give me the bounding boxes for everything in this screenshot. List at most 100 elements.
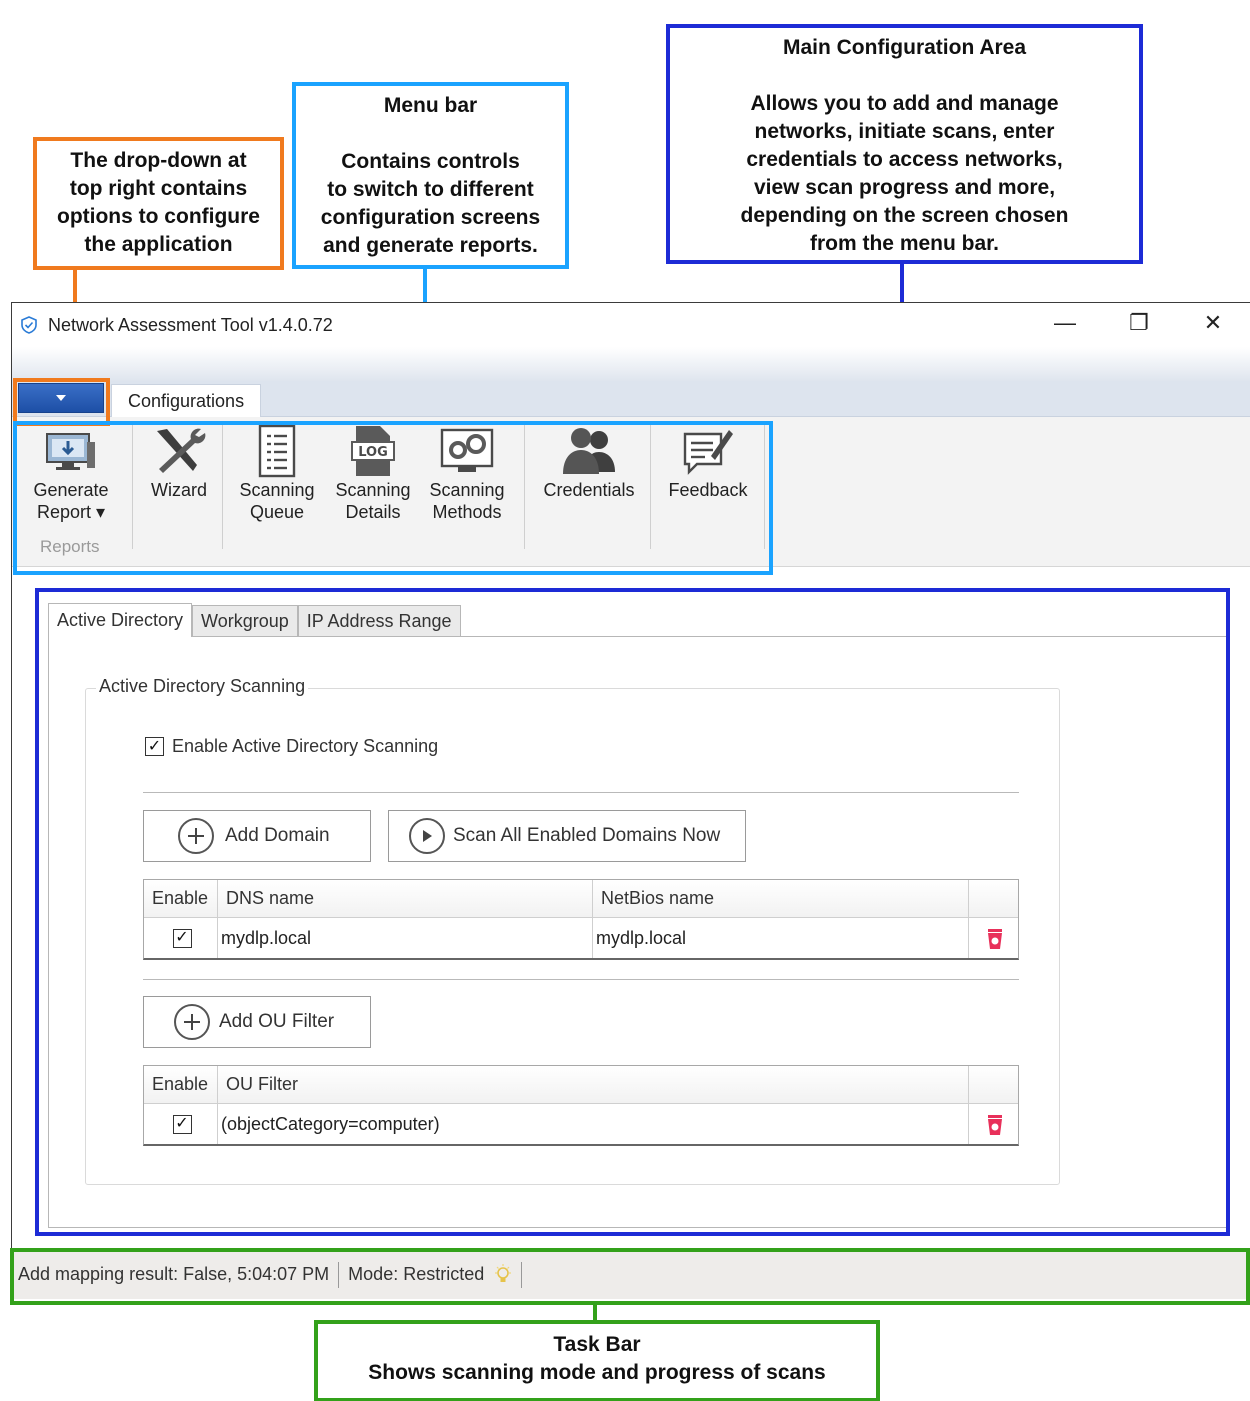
trash-icon[interactable]	[985, 1112, 1005, 1136]
callout-menu-bar-title: Menu bar	[383, 94, 478, 117]
wizard-button[interactable]: Wizard	[142, 423, 216, 501]
callout-main-area-text: Allows you to add and manage networks, i…	[740, 92, 1069, 255]
ribbon-band	[12, 347, 1250, 381]
feedback-icon	[683, 430, 733, 475]
row-enable-cell: ✓	[144, 1104, 218, 1144]
app-window: Network Assessment Tool v1.4.0.72 — ❐ ✕ …	[11, 302, 1250, 1299]
ribbon-group-label: Reports	[40, 537, 100, 556]
tab-active-directory[interactable]: Active Directory	[48, 603, 193, 637]
scanning-methods-icon	[440, 428, 494, 472]
ribbon-separator	[650, 425, 651, 549]
main-configuration-area: Active Directory Workgroup IP Address Ra…	[12, 567, 1250, 1249]
log-file-icon: LOG	[351, 426, 395, 476]
connector-green	[593, 1303, 597, 1321]
row-enable-cell: ✓	[144, 918, 218, 958]
credentials-button[interactable]: Credentials	[536, 423, 642, 501]
table-header: Enable DNS name NetBios name	[144, 880, 1018, 918]
add-domain-label: Add Domain	[225, 825, 330, 846]
row-enable-checkbox[interactable]: ✓	[172, 928, 192, 948]
table-row: ✓ mydlp.local mydlp.local	[144, 918, 1018, 958]
tab-workgroup[interactable]: Workgroup	[192, 605, 298, 637]
scanning-queue-button[interactable]: Scanning Queue	[234, 423, 320, 523]
column-header: DNS name	[218, 880, 593, 917]
column-header: OU Filter	[218, 1066, 969, 1103]
table-header: Enable OU Filter	[144, 1066, 1018, 1104]
ad-scanning-group: Active Directory Scanning ✓ Enable Activ…	[85, 676, 1060, 1185]
generate-report-label: Generate Report ▾	[33, 480, 109, 522]
svg-text:LOG: LOG	[358, 445, 388, 460]
app-menu-dropdown-button[interactable]	[18, 383, 104, 413]
users-icon	[563, 428, 615, 474]
callout-task-bar-title: Task Bar	[553, 1333, 641, 1356]
ribbon-separator	[132, 425, 133, 549]
scan-all-domains-button[interactable]: Scan All Enabled Domains Now	[388, 810, 746, 862]
column-header	[969, 880, 1018, 917]
add-ou-filter-button[interactable]: Add OU Filter	[143, 996, 371, 1048]
callout-menu-bar-text: Contains controls to switch to different…	[320, 150, 541, 257]
add-domain-button[interactable]: Add Domain	[143, 810, 371, 862]
ribbon-separator	[222, 425, 223, 549]
scanning-details-button[interactable]: LOG Scanning Details	[330, 423, 416, 523]
status-mode: Mode: Restricted	[348, 1264, 485, 1284]
domains-table: Enable DNS name NetBios name ✓ mydlp.loc…	[143, 879, 1019, 960]
row-enable-checkbox[interactable]: ✓	[172, 1114, 192, 1134]
ou-filter-cell[interactable]: (objectCategory=computer)	[218, 1104, 969, 1144]
delete-cell	[969, 1104, 1018, 1144]
dns-name-cell[interactable]: mydlp.local	[218, 918, 593, 958]
scanning-queue-icon	[258, 424, 296, 478]
enable-ad-label: Enable Active Directory Scanning	[172, 736, 439, 756]
scanning-methods-label: Scanning Methods	[429, 480, 505, 522]
credentials-label: Credentials	[543, 480, 635, 500]
close-button[interactable]: ✕	[1176, 303, 1250, 343]
scanning-details-label: Scanning Details	[335, 480, 411, 522]
window-title: Network Assessment Tool v1.4.0.72	[48, 314, 333, 335]
callout-config-dropdown-text: The drop-down at top right contains opti…	[57, 149, 260, 256]
status-message: Add mapping result: False, 5:04:07 PM	[18, 1264, 330, 1284]
wizard-label: Wizard	[150, 480, 207, 500]
enable-ad-scanning[interactable]: ✓ Enable Active Directory Scanning	[145, 736, 438, 757]
callout-task-bar-text: Shows scanning mode and progress of scan…	[368, 1361, 826, 1384]
ribbon-tabstrip: Configurations	[12, 381, 1250, 418]
shield-icon	[21, 316, 37, 334]
column-header: NetBios name	[593, 880, 969, 917]
ribbon-menu-bar: Generate Report ▾ Wizard Scanning Queue …	[12, 417, 1250, 567]
play-circle-icon	[409, 818, 445, 854]
column-header: Enable	[144, 1066, 218, 1103]
active-directory-page: Active Directory Scanning ✓ Enable Activ…	[48, 636, 1229, 1228]
status-separator	[338, 1261, 340, 1288]
divider	[143, 792, 1019, 793]
status-separator	[521, 1261, 523, 1288]
ribbon-separator	[524, 425, 525, 549]
ribbon-separator	[764, 425, 765, 549]
config-tabs: Active Directory Workgroup IP Address Ra…	[48, 603, 461, 637]
minimize-button[interactable]: —	[1028, 303, 1102, 343]
callout-main-area-title: Main Configuration Area	[782, 36, 1027, 59]
feedback-label: Feedback	[668, 480, 748, 500]
plus-circle-icon	[178, 818, 214, 854]
callout-task-bar: Task Bar Shows scanning mode and progres…	[314, 1320, 880, 1401]
scanning-methods-button[interactable]: Scanning Methods	[424, 423, 510, 523]
ou-filter-table: Enable OU Filter ✓ (objectCategory=compu…	[143, 1065, 1019, 1146]
trash-icon[interactable]	[985, 926, 1005, 950]
title-bar: Network Assessment Tool v1.4.0.72 — ❐ ✕	[12, 303, 1250, 347]
ad-group-title: Active Directory Scanning	[96, 676, 309, 697]
restore-button[interactable]: ❐	[1102, 303, 1176, 343]
add-ou-filter-label: Add OU Filter	[219, 1011, 335, 1032]
lightbulb-icon	[495, 1263, 512, 1282]
column-header	[969, 1066, 1018, 1103]
delete-cell	[969, 918, 1018, 958]
status-bar: Add mapping result: False, 5:04:07 PM Mo…	[12, 1249, 1250, 1299]
scanning-queue-label: Scanning Queue	[239, 480, 315, 522]
feedback-button[interactable]: Feedback	[660, 423, 756, 501]
tab-ip-address-range[interactable]: IP Address Range	[297, 605, 461, 637]
tab-configurations[interactable]: Configurations	[111, 384, 262, 418]
generate-report-icon	[46, 433, 95, 470]
generate-report-button[interactable]: Generate Report ▾	[28, 423, 114, 523]
table-row: ✓ (objectCategory=computer)	[144, 1104, 1018, 1144]
callout-menu-bar: Menu bar Contains controls to switch to …	[292, 82, 569, 269]
column-header: Enable	[144, 880, 218, 917]
netbios-name-cell[interactable]: mydlp.local	[593, 918, 969, 958]
callout-main-area: Main Configuration Area Allows you to ad…	[666, 24, 1143, 264]
plus-circle-icon	[174, 1004, 210, 1040]
enable-ad-checkbox[interactable]: ✓	[145, 737, 164, 756]
